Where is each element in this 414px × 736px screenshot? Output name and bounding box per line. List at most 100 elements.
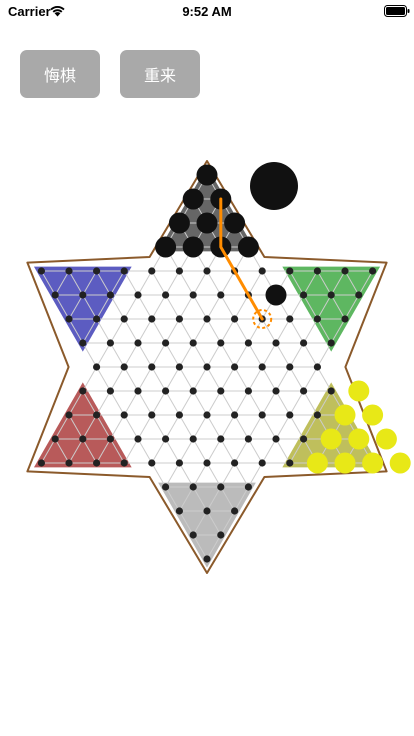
board-hole[interactable] xyxy=(79,291,87,299)
board-hole[interactable] xyxy=(203,411,211,419)
board-hole[interactable] xyxy=(148,411,156,419)
board-hole[interactable] xyxy=(203,363,211,371)
board-hole[interactable] xyxy=(231,363,239,371)
board-hole[interactable] xyxy=(37,267,46,275)
board-hole[interactable] xyxy=(148,459,156,467)
board-hole[interactable] xyxy=(120,459,128,467)
board-hole[interactable] xyxy=(369,267,377,275)
board-hole[interactable] xyxy=(355,291,363,299)
board-hole[interactable] xyxy=(93,315,101,323)
board-hole[interactable] xyxy=(327,339,335,347)
board-hole[interactable] xyxy=(300,435,308,443)
board-hole[interactable] xyxy=(162,435,170,443)
board-hole[interactable] xyxy=(231,459,239,467)
board-hole[interactable] xyxy=(51,435,59,443)
black-piece[interactable] xyxy=(168,212,190,234)
board-hole[interactable] xyxy=(244,435,252,443)
board-hole[interactable] xyxy=(106,291,114,299)
board-hole[interactable] xyxy=(175,315,183,323)
board-hole[interactable] xyxy=(341,315,349,323)
yellow-piece[interactable] xyxy=(362,452,384,474)
board-hole[interactable] xyxy=(272,339,280,347)
yellow-piece[interactable] xyxy=(348,428,370,450)
board-hole[interactable] xyxy=(244,339,252,347)
board-hole[interactable] xyxy=(93,363,101,371)
board-hole[interactable] xyxy=(327,291,335,299)
board-hole[interactable] xyxy=(313,315,321,323)
black-piece[interactable] xyxy=(196,164,218,186)
board-hole[interactable] xyxy=(175,507,183,515)
board-hole[interactable] xyxy=(65,315,73,323)
yellow-piece[interactable] xyxy=(334,452,356,474)
board-hole[interactable] xyxy=(189,531,197,539)
board-hole[interactable] xyxy=(313,267,321,275)
board-hole[interactable] xyxy=(217,483,225,491)
yellow-piece[interactable] xyxy=(320,428,342,450)
board-hole[interactable] xyxy=(175,267,183,275)
board-hole[interactable] xyxy=(175,459,183,467)
yellow-piece[interactable] xyxy=(389,452,411,474)
board-hole[interactable] xyxy=(313,363,321,371)
board-hole[interactable] xyxy=(300,339,308,347)
board-hole[interactable] xyxy=(272,387,280,395)
board-hole[interactable] xyxy=(231,411,239,419)
board-hole[interactable] xyxy=(148,267,156,275)
board-hole[interactable] xyxy=(189,387,197,395)
board-hole[interactable] xyxy=(217,339,225,347)
board-hole[interactable] xyxy=(79,339,87,347)
board-hole[interactable] xyxy=(134,387,142,395)
board-hole[interactable] xyxy=(313,411,321,419)
black-piece[interactable] xyxy=(237,236,259,258)
board-hole[interactable] xyxy=(300,291,308,299)
black-piece[interactable] xyxy=(265,284,287,306)
board-hole[interactable] xyxy=(286,315,294,323)
board-hole[interactable] xyxy=(162,387,170,395)
board-hole[interactable] xyxy=(65,411,73,419)
board-hole[interactable] xyxy=(93,411,101,419)
board-hole[interactable] xyxy=(79,387,87,395)
board-hole[interactable] xyxy=(175,363,183,371)
board-hole[interactable] xyxy=(65,459,73,467)
board-hole[interactable] xyxy=(300,387,308,395)
board-hole[interactable] xyxy=(189,483,197,491)
board-hole[interactable] xyxy=(162,483,170,491)
yellow-piece[interactable] xyxy=(375,428,397,450)
board-hole[interactable] xyxy=(203,555,211,563)
yellow-piece[interactable] xyxy=(334,404,356,426)
board-hole[interactable] xyxy=(106,435,114,443)
board-hole[interactable] xyxy=(134,339,142,347)
board-hole[interactable] xyxy=(258,411,266,419)
board-hole[interactable] xyxy=(162,339,170,347)
board-hole[interactable] xyxy=(148,315,156,323)
yellow-piece[interactable] xyxy=(306,452,328,474)
board-hole[interactable] xyxy=(51,291,59,299)
board-hole[interactable] xyxy=(341,267,349,275)
board-hole[interactable] xyxy=(217,435,225,443)
board-hole[interactable] xyxy=(120,363,128,371)
board-hole[interactable] xyxy=(93,459,101,467)
board-hole[interactable] xyxy=(286,411,294,419)
board-hole[interactable] xyxy=(286,363,294,371)
board-hole[interactable] xyxy=(231,315,239,323)
board-hole[interactable] xyxy=(286,459,294,467)
board-hole[interactable] xyxy=(203,315,211,323)
board-hole[interactable] xyxy=(120,267,128,275)
board-hole[interactable] xyxy=(37,459,46,467)
board-hole[interactable] xyxy=(189,291,197,299)
board-hole[interactable] xyxy=(79,435,87,443)
board-hole[interactable] xyxy=(258,459,266,467)
board-hole[interactable] xyxy=(106,387,114,395)
board-hole[interactable] xyxy=(231,507,239,515)
board-hole[interactable] xyxy=(189,339,197,347)
board-hole[interactable] xyxy=(134,435,142,443)
black-piece[interactable] xyxy=(224,212,246,234)
board-hole[interactable] xyxy=(272,435,280,443)
black-piece[interactable] xyxy=(182,188,204,210)
board-hole[interactable] xyxy=(106,339,114,347)
board-hole[interactable] xyxy=(203,267,211,275)
yellow-piece[interactable] xyxy=(362,404,384,426)
board-hole[interactable] xyxy=(244,483,252,491)
board-hole[interactable] xyxy=(203,459,211,467)
black-piece[interactable] xyxy=(196,212,218,234)
board-hole[interactable] xyxy=(65,267,73,275)
